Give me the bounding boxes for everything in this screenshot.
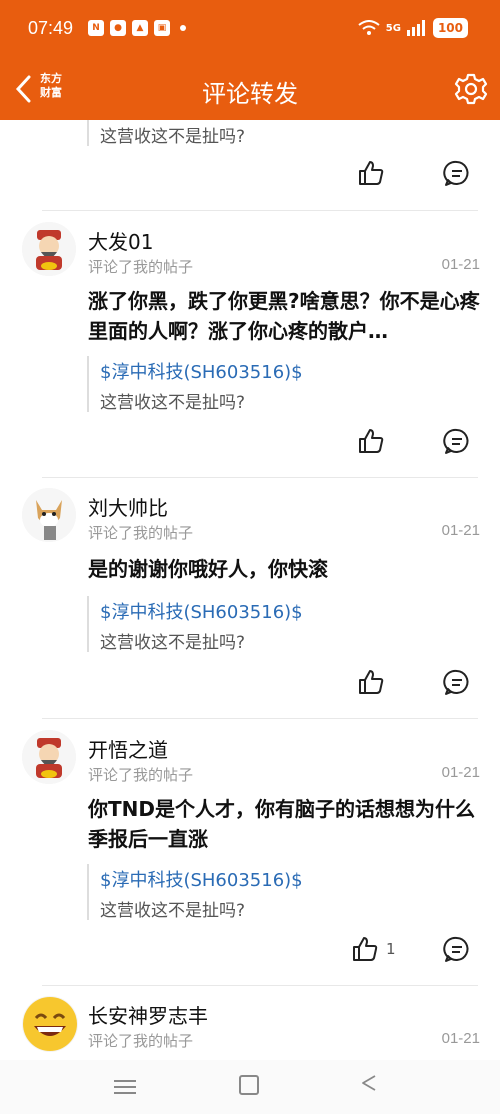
cartoon-god-avatar-icon [22, 730, 76, 784]
avatar[interactable] [22, 488, 76, 542]
comment-actions [0, 158, 500, 192]
divider [42, 985, 478, 986]
divider [42, 718, 478, 719]
username[interactable]: 大发01 [88, 226, 153, 255]
status-time: 07:49 [28, 18, 74, 38]
like-button[interactable] [356, 426, 386, 456]
comment-icon [443, 160, 469, 186]
recent-apps-button[interactable] [114, 1076, 136, 1098]
like-button[interactable] [356, 667, 386, 697]
quote-text: 这营收这不是扯吗? [100, 127, 246, 147]
comment-action: 评论了我的帖子 [88, 1032, 194, 1050]
quote-text: 这营收这不是扯吗? [100, 393, 246, 413]
quote-bar [87, 356, 89, 412]
comment-icon [443, 428, 469, 454]
back-nav-button[interactable] [360, 1074, 378, 1097]
battery-indicator: 100 [432, 18, 468, 38]
quote-bar [87, 596, 89, 652]
notification-icons: N ● ▲ ▣ [88, 20, 186, 36]
comment-action: 评论了我的帖子 [88, 524, 194, 542]
app-notification-icon: N [88, 20, 104, 36]
thumbs-up-icon [359, 161, 384, 185]
cartoon-god-avatar-icon [22, 222, 76, 276]
comment-action: 评论了我的帖子 [88, 258, 194, 276]
gear-icon [454, 73, 488, 105]
comment-actions [0, 667, 500, 701]
page-title: 评论转发 [202, 80, 298, 108]
quote-bar [87, 864, 89, 920]
comment-icon [443, 936, 469, 962]
stock-link[interactable]: $淳中科技(SH603516)$ [100, 358, 303, 384]
map-notification-icon: ▲ [132, 20, 148, 36]
avatar[interactable] [22, 222, 76, 276]
system-nav-bar [0, 1060, 500, 1114]
like-count: 1 [386, 940, 396, 958]
reply-button[interactable] [442, 158, 472, 188]
comment-date: 01-21 [441, 256, 480, 273]
triangle-left-icon [362, 1075, 376, 1091]
divider [42, 210, 478, 211]
comment-text[interactable]: 是的谢谢你哦好人，你快滚 [88, 554, 480, 584]
home-button[interactable] [239, 1075, 259, 1095]
status-right: 5G 100 [358, 18, 468, 38]
thumbs-up-icon [359, 429, 384, 453]
like-button[interactable] [356, 158, 386, 188]
settings-button[interactable] [454, 72, 488, 106]
username[interactable]: 长安神罗志丰 [88, 1000, 208, 1029]
comment-date: 01-21 [441, 1030, 480, 1047]
wallet-notification-icon: ▣ [154, 20, 170, 36]
header-bar: 东方 财富 评论转发 [0, 58, 500, 120]
avatar[interactable] [22, 996, 78, 1052]
stock-link[interactable]: $淳中科技(SH603516)$ [100, 866, 303, 892]
grinning-face-avatar-icon [23, 997, 77, 1051]
stock-link[interactable]: $淳中科技(SH603516)$ [100, 598, 303, 624]
status-bar: 07:49 N ● ▲ ▣ 5G 100 [0, 0, 500, 58]
quote-bar [87, 120, 89, 146]
thumbs-up-icon [359, 670, 384, 694]
comment-actions: 1 [0, 934, 500, 968]
divider [42, 477, 478, 478]
more-notifications-icon [180, 25, 186, 31]
message-notification-icon: ● [110, 20, 126, 36]
signal-icon [406, 20, 425, 36]
comment-text[interactable]: 你TND是个人才，你有脑子的话想想为什么季报后一直涨 [88, 794, 480, 854]
thumbs-up-icon [353, 937, 378, 961]
comment-date: 01-21 [441, 764, 480, 781]
wifi-icon [358, 20, 380, 35]
comment-date: 01-21 [441, 522, 480, 539]
cat-avatar-icon [22, 488, 76, 542]
comment-action: 评论了我的帖子 [88, 766, 194, 784]
comment-actions [0, 426, 500, 460]
comment-icon [443, 669, 469, 695]
comment-list[interactable]: 这营收这不是扯吗? 大发01 评论了我的帖子 01-21 涨了你黑，跌了你更黑?… [0, 120, 500, 1060]
quote-text: 这营收这不是扯吗? [100, 633, 246, 653]
avatar[interactable] [22, 730, 76, 784]
reply-button[interactable] [442, 426, 472, 456]
quote-text: 这营收这不是扯吗? [100, 901, 246, 921]
username[interactable]: 刘大帅比 [88, 492, 168, 521]
network-label: 5G [385, 22, 401, 34]
comment-text[interactable]: 涨了你黑，跌了你更黑?啥意思？你不是心疼里面的人啊？涨了你心疼的散户… [88, 286, 480, 346]
username[interactable]: 开悟之道 [88, 734, 168, 763]
like-button[interactable] [350, 934, 380, 964]
reply-button[interactable] [442, 667, 472, 697]
reply-button[interactable] [442, 934, 472, 964]
